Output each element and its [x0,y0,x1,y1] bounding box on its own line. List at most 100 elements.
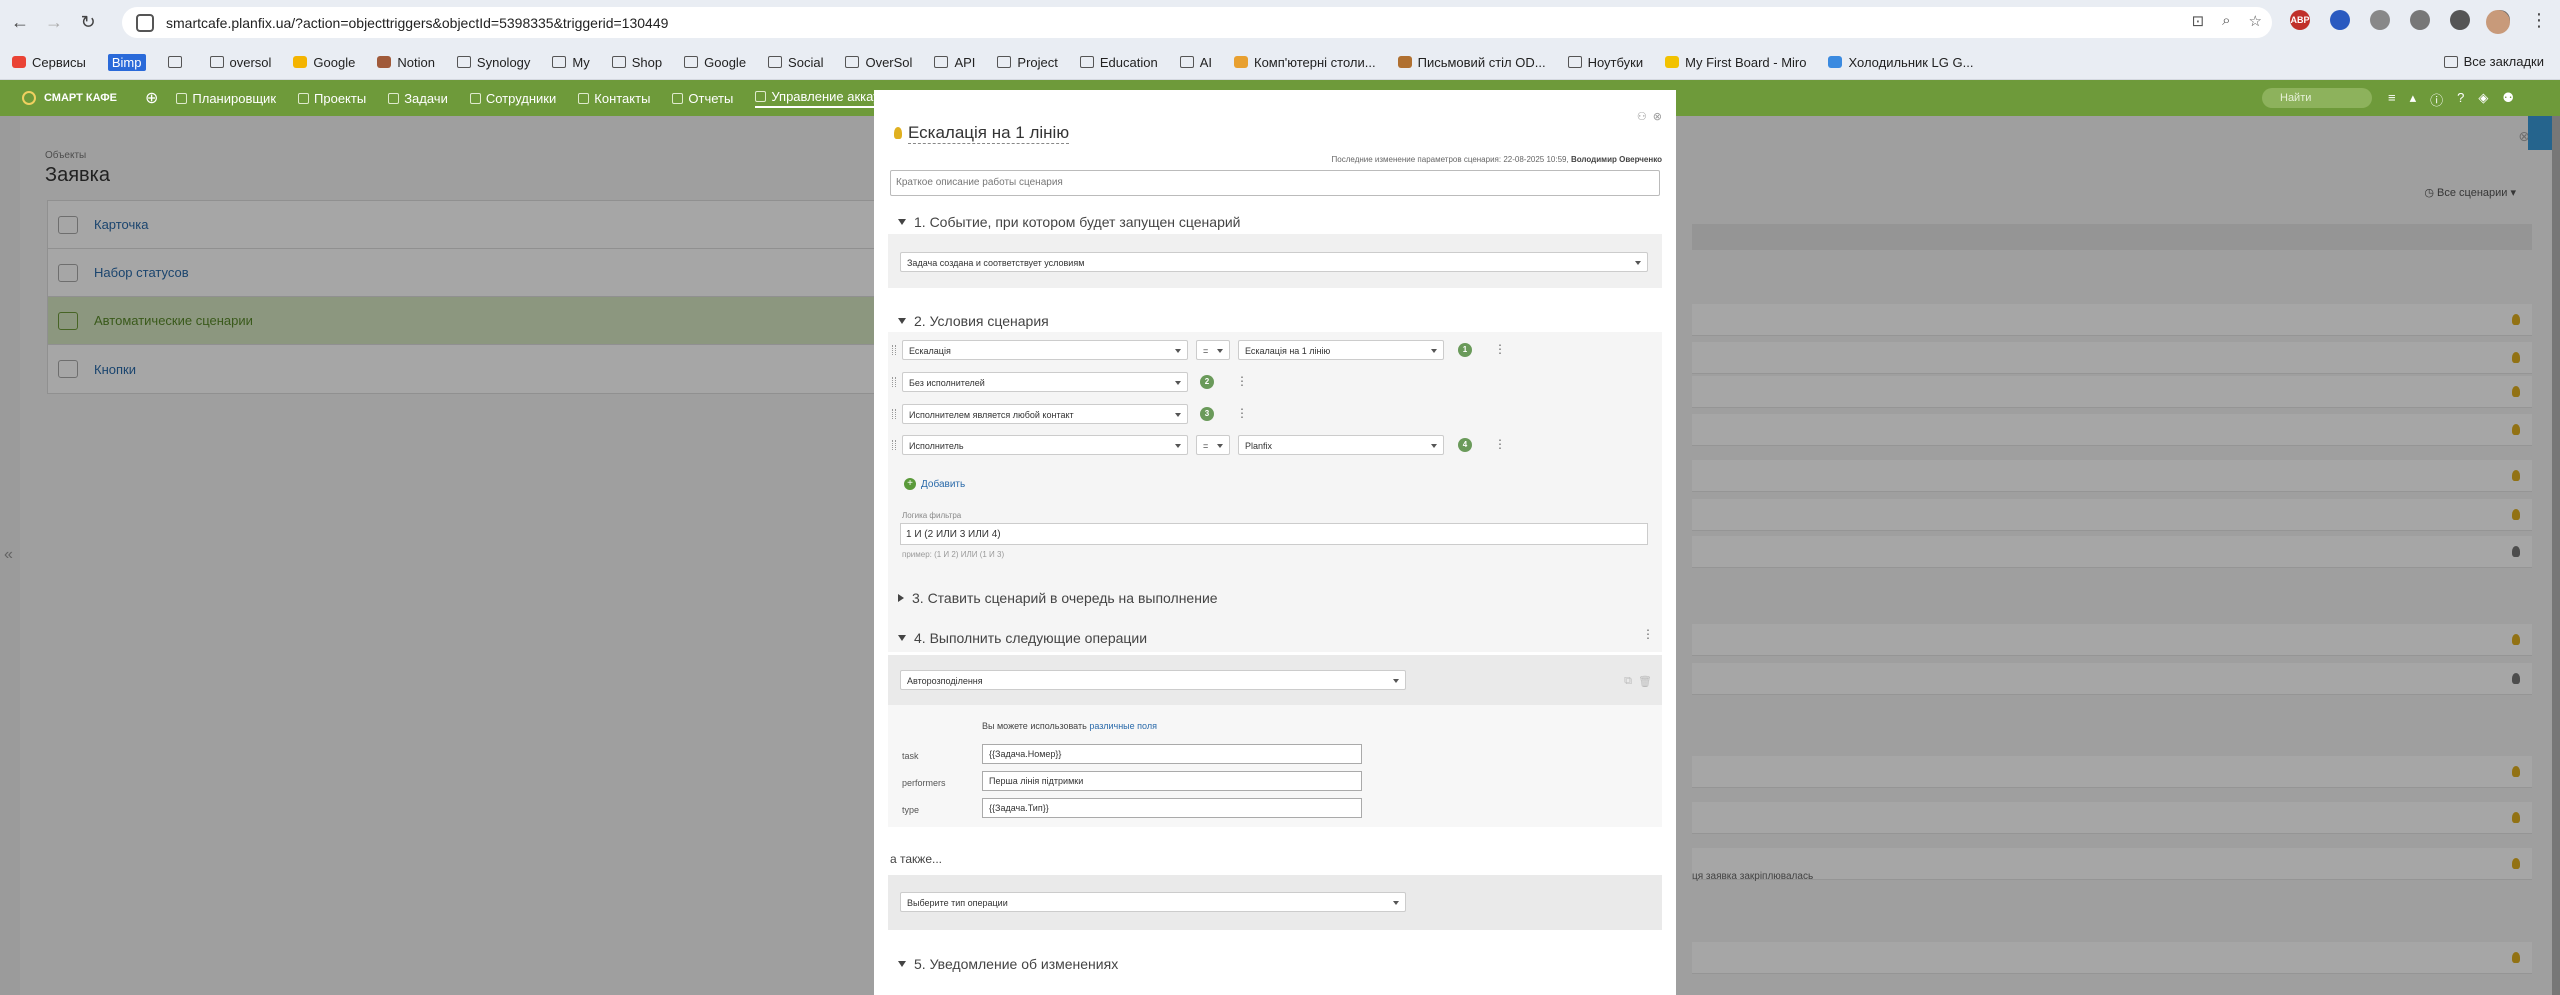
kebab-menu-icon[interactable]: ⋮ [1236,375,1248,387]
kebab-menu-icon[interactable]: ⋮ [1494,438,1506,450]
all-bookmarks[interactable]: Все закладки [2443,54,2544,69]
shield-extension-icon[interactable] [2330,10,2350,30]
external-link-icon[interactable]: ⧉ [1624,675,1632,688]
trash-icon[interactable]: 🗑 [1638,675,1652,688]
bookmark-item[interactable]: Social [768,55,823,70]
user-icon[interactable]: ⚉ [2502,90,2514,109]
operation-select[interactable]: Авторозподілення [900,670,1406,690]
kebab-menu-icon[interactable]: ⋮ [1494,343,1506,355]
section-event-header[interactable]: 1. Событие, при котором будет запущен сц… [898,214,1241,230]
bookmark-item[interactable]: Synology [456,55,530,70]
section-notifications-header[interactable]: 5. Уведомление об изменениях [898,956,1118,972]
param-performers-input[interactable]: Перша лінія підтримки [982,771,1362,791]
condition-field-select[interactable]: Исполнителем является любой контакт [902,404,1188,424]
folder-icon [1179,56,1194,68]
scenario-title[interactable]: Ескалація на 1 лінію [908,123,1070,144]
install-icon[interactable]: ⊡ [2192,12,2205,30]
page-scrollbar[interactable] [2552,116,2560,995]
drag-handle-icon[interactable] [892,409,896,419]
nav-tasks[interactable]: Задачи [388,89,448,108]
layers-icon[interactable]: ◈ [2478,90,2488,109]
adblock-extension-icon[interactable]: ABP [2290,10,2310,30]
chevron-down-icon [1393,679,1399,683]
section-operations-header[interactable]: 4. Выполнить следующие операции [898,630,1147,646]
user-icon[interactable]: ⚇ [1637,110,1647,123]
chevron-down-icon [1217,349,1223,353]
bookmark-item[interactable]: Project [997,55,1058,70]
bookmark-item[interactable]: API [934,55,975,70]
section-queue-header[interactable]: 3. Ставить сценарий в очередь на выполне… [898,590,1218,606]
nav-planner[interactable]: Планировщик [176,89,276,108]
address-bar[interactable]: smartcafe.planfix.ua/?action=objecttrigg… [122,7,2272,38]
plus-icon[interactable]: ⊕ [145,88,158,108]
add-condition-button[interactable]: + Добавить [904,478,965,490]
url-text: smartcafe.planfix.ua/?action=objecttrigg… [166,14,669,31]
nav-employees[interactable]: Сотрудники [469,89,556,108]
drag-handle-icon[interactable] [892,377,896,387]
reload-icon[interactable]: ↻ [74,9,102,37]
logic-filter-input[interactable]: 1 И (2 ИЛИ 3 ИЛИ 4) [900,523,1648,545]
site-info-icon[interactable] [136,13,154,32]
bookmark-item[interactable] [167,56,188,68]
profile-avatar[interactable] [2486,10,2510,34]
bookmarks-bar: Сервисы Bimp oversol Google Notion Synol… [0,45,2560,80]
help-icon[interactable]: ? [2457,90,2464,109]
bookmark-item[interactable]: Комп'ютерні столи... [1234,55,1376,70]
bookmark-item[interactable]: Письмовий стіл OD... [1397,55,1546,70]
bookmark-item[interactable]: oversol [209,55,271,70]
contacts-icon [578,92,590,104]
condition-field-select[interactable]: Без исполнителей [902,372,1188,392]
bookmark-item[interactable]: Shop [611,55,662,70]
zoom-icon[interactable]: ⌕ [2222,12,2230,30]
app-logo[interactable]: СМАРТ КАФЕ [22,91,117,105]
bookmark-item[interactable]: Google [293,55,355,70]
nav-contacts[interactable]: Контакты [578,89,650,108]
condition-number-badge: 4 [1458,438,1472,452]
drag-handle-icon[interactable] [892,345,896,355]
bookmark-item[interactable]: Bimp [107,53,146,71]
bookmark-item[interactable]: Холодильник LG G... [1828,55,1973,70]
collapse-triangle-icon [898,219,906,225]
condition-operator-select[interactable]: = [1196,435,1230,455]
bookmark-item[interactable]: Сервисы [12,55,86,70]
back-icon[interactable]: ← [6,9,34,37]
bookmark-item[interactable]: Google [684,55,746,70]
nav-reports[interactable]: Отчеты [672,89,733,108]
puzzle-icon[interactable] [2450,10,2470,30]
list-icon[interactable]: ≡ [2388,90,2396,109]
condition-operator-select[interactable]: = [1196,340,1230,360]
param-task-input[interactable]: {{Задача.Номер}} [982,744,1362,764]
extension-icon[interactable] [2370,10,2390,30]
bookmark-item[interactable]: My First Board - Miro [1665,55,1806,70]
param-type-input[interactable]: {{Задача.Тип}} [982,798,1362,818]
condition-field-select[interactable]: Ескалація [902,340,1188,360]
close-icon[interactable]: ⊗ [1653,110,1662,123]
kebab-menu-icon[interactable]: ⋮ [1236,407,1248,419]
app-search-input[interactable]: Найти [2262,88,2372,108]
fields-link[interactable]: различные поля [1089,721,1157,731]
operation-type-select[interactable]: Выберите тип операции [900,892,1406,912]
drag-handle-icon[interactable] [892,440,896,450]
bookmark-star-icon[interactable]: ☆ [2249,12,2262,30]
bookmark-item[interactable]: Education [1079,55,1158,70]
condition-value-select[interactable]: Ескалація на 1 лінію [1238,340,1444,360]
condition-value-select[interactable]: Planfix [1238,435,1444,455]
nav-projects[interactable]: Проекты [298,89,366,108]
triangle-icon[interactable]: ▴ [2410,90,2417,109]
kebab-menu-icon[interactable]: ⋮ [1642,628,1654,640]
folder-icon [845,56,860,68]
bookmark-item[interactable]: AI [1179,55,1212,70]
bookmark-item[interactable]: Ноутбуки [1567,55,1643,70]
browser-menu-icon[interactable]: ⋮ [2530,10,2548,31]
cloud-extension-icon[interactable] [2410,10,2430,30]
bookmark-item[interactable]: OverSol [845,55,912,70]
chevron-down-icon [1431,349,1437,353]
condition-field-select[interactable]: Исполнитель [902,435,1188,455]
bookmark-item[interactable]: My [552,55,590,70]
bookmark-item[interactable]: Notion [377,55,435,70]
info-icon[interactable]: ⓘ [2430,90,2443,109]
event-select[interactable]: Задача создана и соответствует условиям [900,252,1648,272]
section-conditions-header[interactable]: 2. Условия сценария [898,313,1049,329]
forward-icon[interactable]: → [40,9,68,37]
description-input[interactable]: Краткое описание работы сценария [890,170,1660,196]
